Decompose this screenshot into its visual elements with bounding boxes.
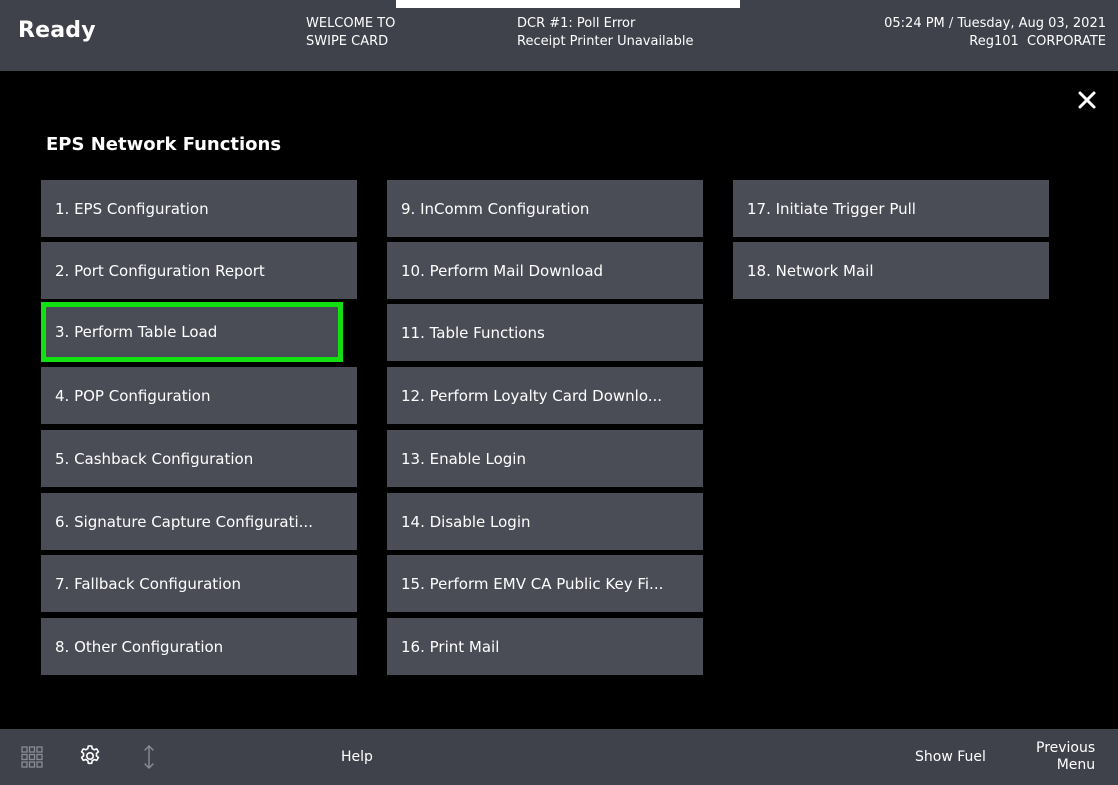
- menu-button-10[interactable]: 10. Perform Mail Download: [387, 242, 703, 299]
- menu-button-4[interactable]: 4. POP Configuration: [41, 367, 357, 424]
- menu-button-13[interactable]: 13. Enable Login: [387, 430, 703, 487]
- menu-button-7[interactable]: 7. Fallback Configuration: [41, 555, 357, 612]
- store-text: CORPORATE: [1027, 34, 1106, 49]
- alert-line-1: DCR #1: Poll Error: [517, 16, 636, 31]
- date-text: Tuesday, Aug 03, 2021: [957, 16, 1106, 31]
- previous-menu-line-1: Previous: [1036, 740, 1096, 756]
- menu-button-9[interactable]: 9. InComm Configuration: [387, 180, 703, 237]
- help-button[interactable]: Help: [341, 749, 373, 765]
- previous-menu-button[interactable]: Previous Menu: [1036, 740, 1095, 774]
- time-date-separator: /: [944, 16, 958, 31]
- welcome-message: WELCOME TO SWIPE CARD: [306, 15, 395, 51]
- header-bar: Ready WELCOME TO SWIPE CARD DCR #1: Poll…: [0, 0, 1118, 71]
- close-icon: [1078, 91, 1096, 109]
- menu-button-18[interactable]: 18. Network Mail: [733, 242, 1049, 299]
- previous-menu-line-2: Menu: [1056, 757, 1096, 773]
- register-text: Reg101: [969, 34, 1019, 49]
- welcome-line-1: WELCOME TO: [306, 16, 396, 31]
- menu-button-14[interactable]: 14. Disable Login: [387, 493, 703, 550]
- menu-button-1[interactable]: 1. EPS Configuration: [41, 180, 357, 237]
- menu-button-15[interactable]: 15. Perform EMV CA Public Key Fi...: [387, 555, 703, 612]
- menu-button-3[interactable]: 3. Perform Table Load: [41, 302, 343, 362]
- menu-button-17[interactable]: 17. Initiate Trigger Pull: [733, 180, 1049, 237]
- status-title: Ready: [18, 18, 96, 43]
- close-button[interactable]: [1073, 86, 1101, 114]
- menu-button-2[interactable]: 2. Port Configuration Report: [41, 242, 357, 299]
- header-notch: [396, 0, 740, 8]
- page-title: EPS Network Functions: [46, 134, 282, 155]
- show-fuel-button[interactable]: Show Fuel: [915, 749, 986, 765]
- menu-button-5[interactable]: 5. Cashback Configuration: [41, 430, 357, 487]
- alert-message: DCR #1: Poll Error Receipt Printer Unava…: [517, 15, 694, 51]
- time-text: 05:24 PM: [884, 16, 945, 31]
- welcome-line-2: SWIPE CARD: [306, 34, 389, 49]
- updown-arrows-icon[interactable]: [142, 744, 156, 774]
- menu-button-8[interactable]: 8. Other Configuration: [41, 618, 357, 675]
- menu-button-12[interactable]: 12. Perform Loyalty Card Downlo...: [387, 367, 703, 424]
- gear-icon[interactable]: [78, 744, 102, 772]
- footer-bar: Help Show Fuel Previous Menu: [0, 729, 1118, 785]
- alert-line-2: Receipt Printer Unavailable: [517, 34, 694, 49]
- clock-info: 05:24 PM / Tuesday, Aug 03, 2021 Reg101 …: [884, 15, 1106, 51]
- grid-icon[interactable]: [21, 746, 43, 772]
- menu-button-16[interactable]: 16. Print Mail: [387, 618, 703, 675]
- menu-button-11[interactable]: 11. Table Functions: [387, 304, 703, 361]
- menu-button-6[interactable]: 6. Signature Capture Configurati...: [41, 493, 357, 550]
